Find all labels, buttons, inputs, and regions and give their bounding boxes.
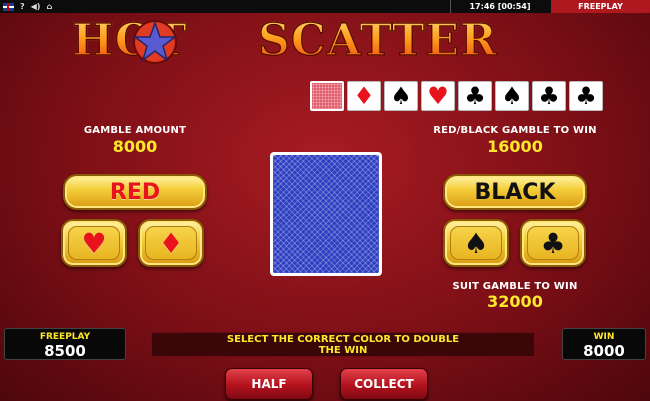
history-card: ♥ (421, 81, 455, 111)
face-down-card (270, 152, 382, 276)
win-value: 8000 (583, 342, 625, 360)
card-history: ♦ ♠ ♥ ♣ ♠ ♣ ♣ (310, 81, 603, 111)
history-card-suit-icon: ♠ (501, 82, 523, 110)
club-icon: ♣ (527, 226, 579, 260)
win-label: WIN (593, 332, 615, 342)
black-button[interactable]: BLACK (443, 174, 587, 210)
clock-display: 17:46 [00:54] (469, 2, 531, 11)
history-card: ♠ (384, 81, 418, 111)
red-black-gamble-label: RED/BLACK GAMBLE TO WIN (433, 125, 597, 136)
suit-gamble-value: 32000 (487, 292, 543, 311)
sound-icon[interactable]: ◀) (31, 2, 41, 11)
win-panel: WIN 8000 (562, 328, 646, 360)
collect-button[interactable]: COLLECT (340, 368, 428, 400)
freeplay-panel: FREEPLAY 8500 (4, 328, 126, 360)
game-logo: HOT SCATTER (71, 15, 582, 67)
history-card: ♣ (458, 81, 492, 111)
history-card-back (310, 81, 344, 111)
history-card-suit-icon: ♦ (353, 82, 375, 110)
black-button-label: BLACK (474, 179, 556, 205)
red-black-gamble-value: 16000 (487, 137, 543, 156)
hearts-button[interactable]: ♥ (61, 219, 127, 267)
clubs-button[interactable]: ♣ (520, 219, 586, 267)
mode-badge: FREEPLAY (551, 0, 650, 13)
home-icon[interactable]: ⌂ (46, 2, 52, 11)
spades-button[interactable]: ♠ (443, 219, 509, 267)
freeplay-value: 8500 (44, 342, 86, 360)
collect-button-label: COLLECT (354, 377, 414, 391)
half-button[interactable]: HALF (225, 368, 313, 400)
history-card: ♣ (532, 81, 566, 111)
red-button[interactable]: RED (63, 174, 207, 210)
card-back-pattern (273, 155, 379, 273)
uk-flag-icon[interactable] (3, 2, 14, 11)
message-line-1: SELECT THE CORRECT COLOR TO DOUBLE (226, 334, 460, 345)
half-button-label: HALF (251, 377, 287, 391)
status-bar: ? ◀) ⌂ 17:46 [00:54] FREEPLAY (0, 0, 650, 13)
history-card: ♦ (347, 81, 381, 111)
logo-word-scatter: SCATTER (257, 15, 498, 67)
history-card-suit-icon: ♠ (390, 82, 412, 110)
history-card: ♠ (495, 81, 529, 111)
message-line-2: THE WIN (318, 345, 368, 356)
star-icon (132, 20, 178, 64)
freeplay-label: FREEPLAY (39, 332, 91, 342)
suit-gamble-label: SUIT GAMBLE TO WIN (452, 281, 578, 292)
diamond-icon: ♦ (145, 226, 197, 260)
spade-icon: ♠ (450, 226, 502, 260)
gamble-amount-label: GAMBLE AMOUNT (83, 125, 187, 136)
red-button-label: RED (109, 179, 161, 205)
gamble-amount-value: 8000 (112, 137, 158, 156)
divider (450, 0, 451, 13)
help-icon[interactable]: ? (20, 2, 25, 11)
heart-icon: ♥ (68, 226, 120, 260)
history-card-suit-icon: ♣ (464, 82, 486, 110)
diamonds-button[interactable]: ♦ (138, 219, 204, 267)
history-card-suit-icon: ♥ (427, 82, 449, 110)
history-card: ♣ (569, 81, 603, 111)
history-card-suit-icon: ♣ (538, 82, 560, 110)
history-card-suit-icon: ♣ (575, 82, 597, 110)
instruction-message: SELECT THE CORRECT COLOR TO DOUBLE THE W… (151, 332, 535, 357)
